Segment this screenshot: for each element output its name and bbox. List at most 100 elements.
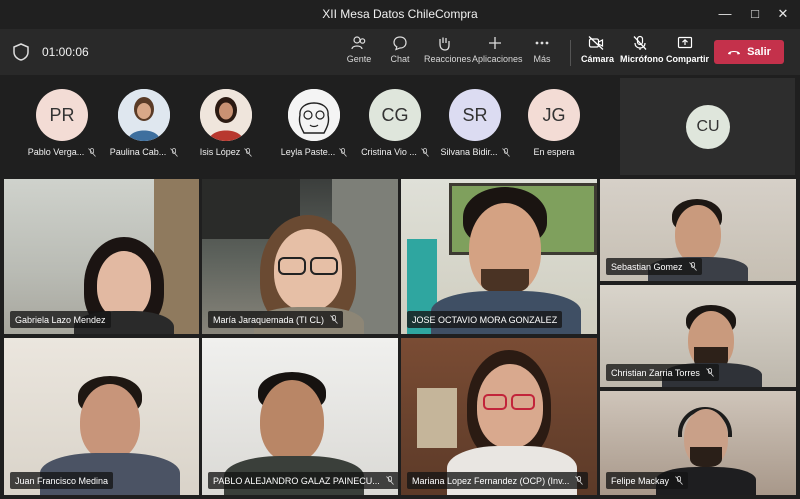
profile-photo [200, 89, 252, 141]
participant-name: María Jaraquemada (TI CL) [213, 314, 325, 325]
toolbar-divider [570, 40, 571, 66]
participant-item[interactable]: CG Cristina Vio ... [352, 89, 438, 157]
meeting-timer: 01:00:06 [42, 45, 89, 59]
participant-name: Cristina Vio ... [361, 147, 417, 157]
mic-muted-icon [88, 147, 97, 157]
mic-muted-icon [385, 476, 394, 485]
participant-name: PABLO ALEJANDRO GALAZ PAINECU... [213, 475, 380, 486]
video-tile[interactable]: Felipe Mackay [600, 391, 796, 495]
share-button[interactable]: Compartir [666, 35, 709, 71]
shield-icon [13, 43, 29, 61]
video-tile[interactable]: María Jaraquemada (TI CL) [202, 179, 398, 334]
mic-label: Micrófono [620, 54, 664, 64]
mic-muted-icon [706, 368, 714, 377]
hangup-icon [728, 51, 741, 55]
avatar: CG [369, 89, 421, 141]
participant-tag: PABLO ALEJANDRO GALAZ PAINECU... [208, 472, 398, 489]
video-tile[interactable]: Christian Zarria Torres [600, 285, 796, 387]
close-icon[interactable]: ✕ [770, 3, 796, 25]
mic-muted-icon [330, 315, 338, 324]
participant-item[interactable]: SR Silvana Bidir... [432, 89, 518, 157]
apps-button[interactable]: Aplicaciones [472, 35, 523, 71]
participant-name: Paulina Cab... [109, 147, 167, 157]
participant-name: Felipe Mackay [611, 475, 670, 486]
avatar-initials: CG [381, 104, 409, 125]
video-tile[interactable]: Mariana Lopez Fernandez (OCP) (Inv... [401, 338, 597, 495]
mic-off-icon [633, 35, 647, 50]
participant-tag: Felipe Mackay [606, 472, 689, 489]
chat-button[interactable]: Chat [387, 35, 413, 71]
participant-name: Juan Francisco Medina [15, 475, 109, 486]
reactions-icon [439, 37, 450, 51]
participant-tag: Mariana Lopez Fernandez (OCP) (Inv... [407, 472, 589, 489]
profile-photo [118, 89, 170, 141]
reactions-button[interactable]: Reacciones [424, 35, 471, 71]
mic-muted-icon [675, 476, 683, 485]
reactions-label: Reacciones [424, 54, 472, 64]
apps-label: Aplicaciones [472, 54, 523, 64]
share-icon [677, 36, 693, 49]
mic-muted-icon [501, 147, 510, 157]
video-tile[interactable]: Gabriela Lazo Mendez [4, 179, 199, 334]
mic-button[interactable]: Micrófono [620, 35, 664, 71]
participant-item-waiting[interactable]: JG En espera [512, 89, 596, 157]
participant-name: Sebastian Gomez [611, 261, 683, 272]
video-tile[interactable]: PABLO ALEJANDRO GALAZ PAINECU... [202, 338, 398, 495]
avatar [288, 89, 340, 141]
participant-name: JOSE OCTAVIO MORA GONZALEZ [412, 314, 558, 325]
participant-tag: Christian Zarria Torres [606, 364, 719, 381]
leave-button[interactable]: Salir [714, 40, 784, 64]
avatar-initials: PR [49, 104, 75, 125]
chat-icon [393, 36, 407, 51]
people-button[interactable]: Gente [344, 35, 374, 71]
minimize-icon[interactable]: — [712, 3, 738, 25]
participant-tag: María Jaraquemada (TI CL) [208, 311, 344, 328]
leave-label: Salir [747, 46, 771, 58]
people-icon [351, 36, 366, 50]
video-tile[interactable]: Juan Francisco Medina [4, 338, 199, 495]
title-bar: XII Mesa Datos ChileCompra — □ ✕ [0, 0, 800, 29]
participant-name: Leyla Paste... [280, 147, 336, 157]
participant-name: Gabriela Lazo Mendez [15, 314, 106, 325]
participant-tag: Juan Francisco Medina [10, 472, 114, 489]
participant-status: En espera [533, 147, 575, 157]
chat-label: Chat [390, 54, 410, 64]
more-button[interactable]: Más [530, 35, 554, 71]
participant-item[interactable]: Leyla Paste... [266, 89, 362, 157]
participant-name: Mariana Lopez Fernandez (OCP) (Inv... [412, 475, 570, 486]
meeting-toolbar: 01:00:06 Gente Chat Reacciones Aplicacio… [0, 29, 800, 75]
window-title: XII Mesa Datos ChileCompra [322, 7, 478, 21]
participant-item[interactable]: Paulina Cab... [102, 89, 186, 157]
maximize-icon[interactable]: □ [742, 3, 768, 25]
participant-tag: JOSE OCTAVIO MORA GONZALEZ [407, 311, 563, 328]
mic-muted-icon [688, 262, 697, 271]
camera-button[interactable]: Cámara [581, 35, 614, 71]
avatar [200, 89, 252, 141]
avatar: PR [36, 89, 88, 141]
mic-muted-icon [421, 147, 429, 157]
participant-item[interactable]: Isis López [184, 89, 268, 157]
avatar: CU [686, 105, 730, 149]
avatar-initials: SR [462, 104, 488, 125]
mic-muted-icon [244, 147, 253, 157]
participant-tag: Sebastian Gomez [606, 258, 702, 275]
participant-name: Christian Zarria Torres [611, 367, 700, 378]
participant-name: Silvana Bidir... [440, 147, 498, 157]
profile-illustration [288, 89, 340, 141]
mic-muted-icon [575, 476, 584, 485]
avatar-initials: CU [696, 118, 720, 135]
participant-name: Pablo Verga... [27, 147, 85, 157]
video-tile[interactable]: Sebastian Gomez [600, 179, 796, 281]
video-tile[interactable]: JOSE OCTAVIO MORA GONZALEZ [401, 179, 597, 334]
participant-tag: Gabriela Lazo Mendez [10, 311, 111, 328]
camera-off-icon [588, 36, 604, 50]
mic-muted-icon [170, 147, 179, 157]
participant-item[interactable]: PR Pablo Verga... [20, 89, 104, 157]
self-view[interactable]: CU [620, 78, 795, 175]
more-label: Más [533, 54, 551, 64]
share-label: Compartir [666, 54, 710, 64]
more-icon [535, 41, 549, 45]
avatar: JG [528, 89, 580, 141]
mic-muted-icon [339, 147, 348, 157]
avatar-initials: JG [542, 104, 566, 125]
